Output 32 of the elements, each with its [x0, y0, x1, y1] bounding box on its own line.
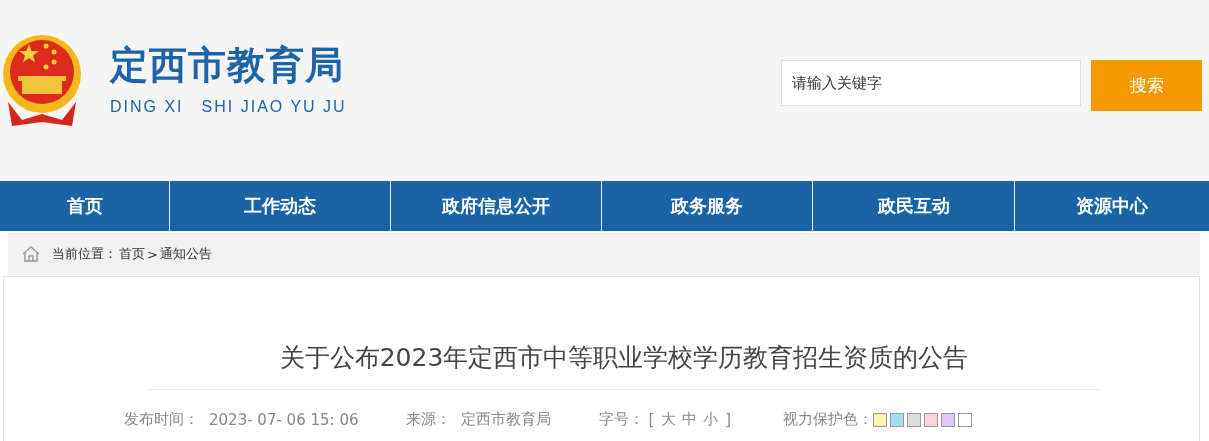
breadcrumb-separator: > — [147, 246, 158, 262]
nav-item[interactable]: 政府信息公开 — [391, 181, 602, 231]
color-swatch[interactable] — [873, 412, 888, 427]
breadcrumb-link[interactable]: 首页 — [119, 245, 145, 263]
color-swatch[interactable] — [924, 412, 939, 427]
nav-item[interactable]: 首页 — [0, 181, 170, 231]
breadcrumb-link[interactable]: 通知公告 — [159, 245, 212, 263]
source-label: 来源： — [406, 410, 452, 429]
bracket: ] — [725, 410, 732, 429]
nav-item[interactable]: 政民互动 — [813, 181, 1015, 231]
color-swatch[interactable] — [907, 412, 922, 427]
color-swatch[interactable] — [958, 412, 973, 427]
site-title: 定西市教育局 — [110, 42, 345, 89]
date-label: 发布时间： — [124, 410, 199, 429]
home-icon — [22, 246, 40, 262]
font-size-link[interactable]: 大 — [661, 410, 677, 429]
nav-item[interactable]: 政务服务 — [602, 181, 813, 231]
search-field[interactable]: 请输入关键字 — [781, 60, 1081, 106]
site-subtitle: DING XI SHI JIAO YU JU — [110, 97, 347, 117]
eye-care-label: 视力保护色： — [783, 410, 874, 429]
font-size-link[interactable]: 中 — [682, 410, 698, 429]
publish-date: 2023- 07- 06 15: 06 — [209, 410, 359, 429]
color-swatch[interactable] — [890, 412, 905, 427]
nav-item[interactable]: 资源中心 — [1015, 181, 1209, 231]
nav-item[interactable]: 工作动态 — [170, 181, 391, 231]
font-size-link[interactable]: 小 — [703, 410, 719, 429]
source-text: 定西市教育局 — [461, 410, 552, 429]
article-title: 关于公布2023年定西市中等职业学校学历教育招生资质的公告 — [149, 341, 1099, 390]
color-swatch[interactable] — [941, 412, 956, 427]
bracket: [ — [648, 410, 655, 429]
breadcrumb-label: 当前位置： — [52, 245, 117, 263]
font-size-label: 字号： — [599, 410, 645, 429]
